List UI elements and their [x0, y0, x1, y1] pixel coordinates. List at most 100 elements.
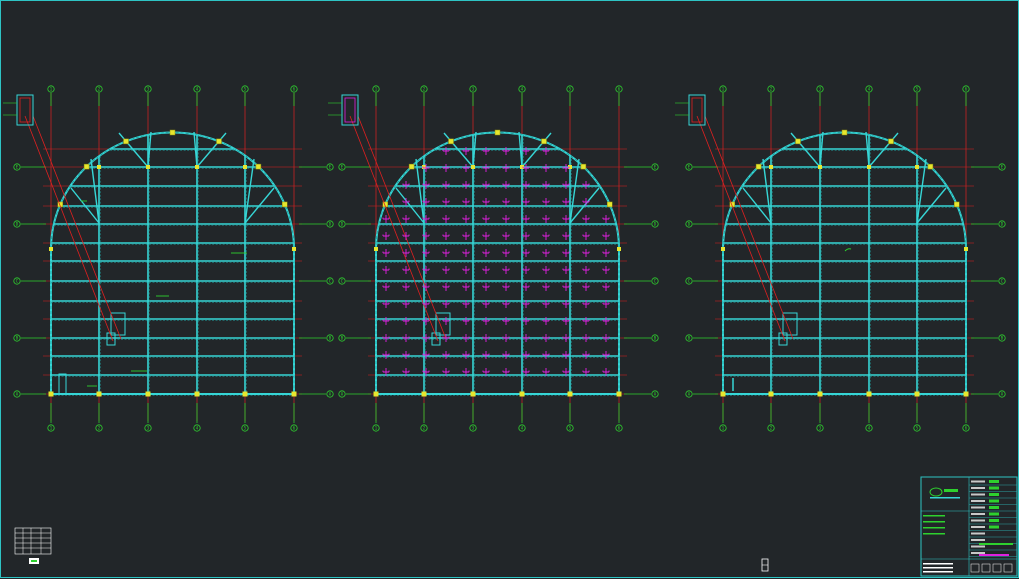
- column-arch: [255, 163, 262, 170]
- rebar-mark: [542, 164, 550, 172]
- axis-label-top: 1: [375, 87, 378, 92]
- column-arch: [755, 163, 762, 170]
- rebar-mark: [542, 215, 550, 223]
- column-arch: [607, 201, 613, 208]
- rebar-mark: [582, 334, 590, 342]
- column-node: [471, 165, 475, 169]
- axis-label-right: D: [329, 222, 332, 227]
- rebar-mark: [482, 232, 490, 240]
- axis-label-top: 4: [196, 87, 199, 92]
- axis-label-top: 1: [722, 87, 725, 92]
- rebar-mark: [542, 283, 550, 291]
- axis-label-left: C: [688, 279, 691, 284]
- axis-label-right: A: [654, 392, 657, 397]
- column-arch: [795, 138, 801, 145]
- rebar-mark: [442, 215, 450, 223]
- title-block-stamp-cell: [970, 563, 980, 573]
- rebar-mark: [582, 249, 590, 257]
- rebar-mark: [402, 249, 410, 257]
- title-block-note-bar: [923, 527, 945, 529]
- axis-label-left: C: [341, 279, 344, 284]
- axis-label-left: A: [688, 392, 691, 397]
- axis-label-left: D: [688, 222, 691, 227]
- rebar-mark: [562, 232, 570, 240]
- column-arch: [954, 201, 960, 208]
- rebar-mark: [462, 351, 470, 359]
- outer-wall: [50, 131, 295, 395]
- title-block-label-bar: [971, 480, 985, 483]
- annotation-mark: [844, 248, 852, 252]
- axis-label-top: 5: [916, 87, 919, 92]
- title-block-label-bar: [971, 487, 985, 489]
- rebar-mark: [402, 198, 410, 206]
- axis-label-left: D: [16, 222, 19, 227]
- rebar-mark: [382, 351, 390, 359]
- column-arch: [169, 129, 176, 136]
- title-block-label-bar: [971, 506, 985, 509]
- column-arch: [841, 129, 848, 136]
- rebar-mark: [382, 283, 390, 291]
- column-base: [720, 391, 726, 397]
- column-base: [145, 391, 151, 397]
- rebar-mark: [582, 283, 590, 291]
- axis-label-bottom: 1: [375, 426, 378, 431]
- title-block-label-bar: [971, 493, 985, 496]
- rebar-mark: [402, 351, 410, 359]
- rebar-mark: [522, 351, 530, 359]
- plan-2: 1 1 2 2 3 3 4 4 5 5 6 6 E E D D C C B B A A: [328, 85, 659, 432]
- title-block-label-bar: [971, 552, 985, 554]
- axis-label-right: D: [1001, 222, 1004, 227]
- column-base: [421, 391, 427, 397]
- axis-label-right: C: [654, 279, 657, 284]
- title-block-drawing-name-bar: [979, 554, 1009, 556]
- column-arch: [580, 163, 587, 170]
- rebar-mark: [502, 164, 510, 172]
- axis-label-top: 6: [618, 87, 621, 92]
- column-node: [97, 165, 101, 169]
- outer-wall-dash: [50, 132, 295, 395]
- rebar-mark: [562, 198, 570, 206]
- rebar-mark: [542, 249, 550, 257]
- column-base: [768, 391, 774, 397]
- axis-label-right: A: [329, 392, 332, 397]
- column-base: [914, 391, 920, 397]
- rebar-mark: [442, 164, 450, 172]
- rebar-mark: [482, 164, 490, 172]
- rebar-mark: [442, 198, 450, 206]
- title-block-note-bar: [923, 515, 945, 517]
- column-node: [915, 165, 919, 169]
- title-block-note-bar: [923, 533, 945, 535]
- title-block-stamp-cell: [992, 563, 1002, 573]
- title-block-note-bar: [923, 521, 945, 523]
- rebar-mark: [522, 334, 530, 342]
- title-block-stamp-cell: [1003, 563, 1013, 573]
- axis-label-bottom: 5: [244, 426, 247, 431]
- rebar-mark: [482, 215, 490, 223]
- rebar-mark: [562, 215, 570, 223]
- rebar-mark: [582, 198, 590, 206]
- column-arch: [494, 129, 501, 136]
- rebar-mark: [522, 266, 530, 274]
- rebar-mark: [502, 283, 510, 291]
- rebar-mark: [462, 266, 470, 274]
- rebar-mark: [462, 198, 470, 206]
- rebar-mark: [462, 334, 470, 342]
- column-base: [291, 391, 297, 397]
- rebar-mark: [582, 266, 590, 274]
- title-block-label-bar: [971, 500, 985, 502]
- rebar-mark: [562, 351, 570, 359]
- legend-table: [14, 527, 52, 564]
- axis-label-top: 2: [98, 87, 101, 92]
- axis-label-left: B: [688, 336, 691, 341]
- column-base: [866, 391, 872, 397]
- rebar-mark: [502, 351, 510, 359]
- cad-drawing-canvas[interactable]: 1 1 2 2 3 3 4 4 5 5 6 6 E E D D C C B B A A 1 1 2 2 3 3 4 4 5 5 6 6 E E D D C C…: [0, 0, 1019, 578]
- rebar-mark: [602, 351, 610, 359]
- rebar-mark: [462, 283, 470, 291]
- axis-label-right: A: [1001, 392, 1004, 397]
- rebar-mark: [602, 215, 610, 223]
- rebar-mark: [522, 215, 530, 223]
- equipment-box: [58, 373, 67, 395]
- rebar-mark: [462, 164, 470, 172]
- title-block-label-bar: [971, 526, 985, 528]
